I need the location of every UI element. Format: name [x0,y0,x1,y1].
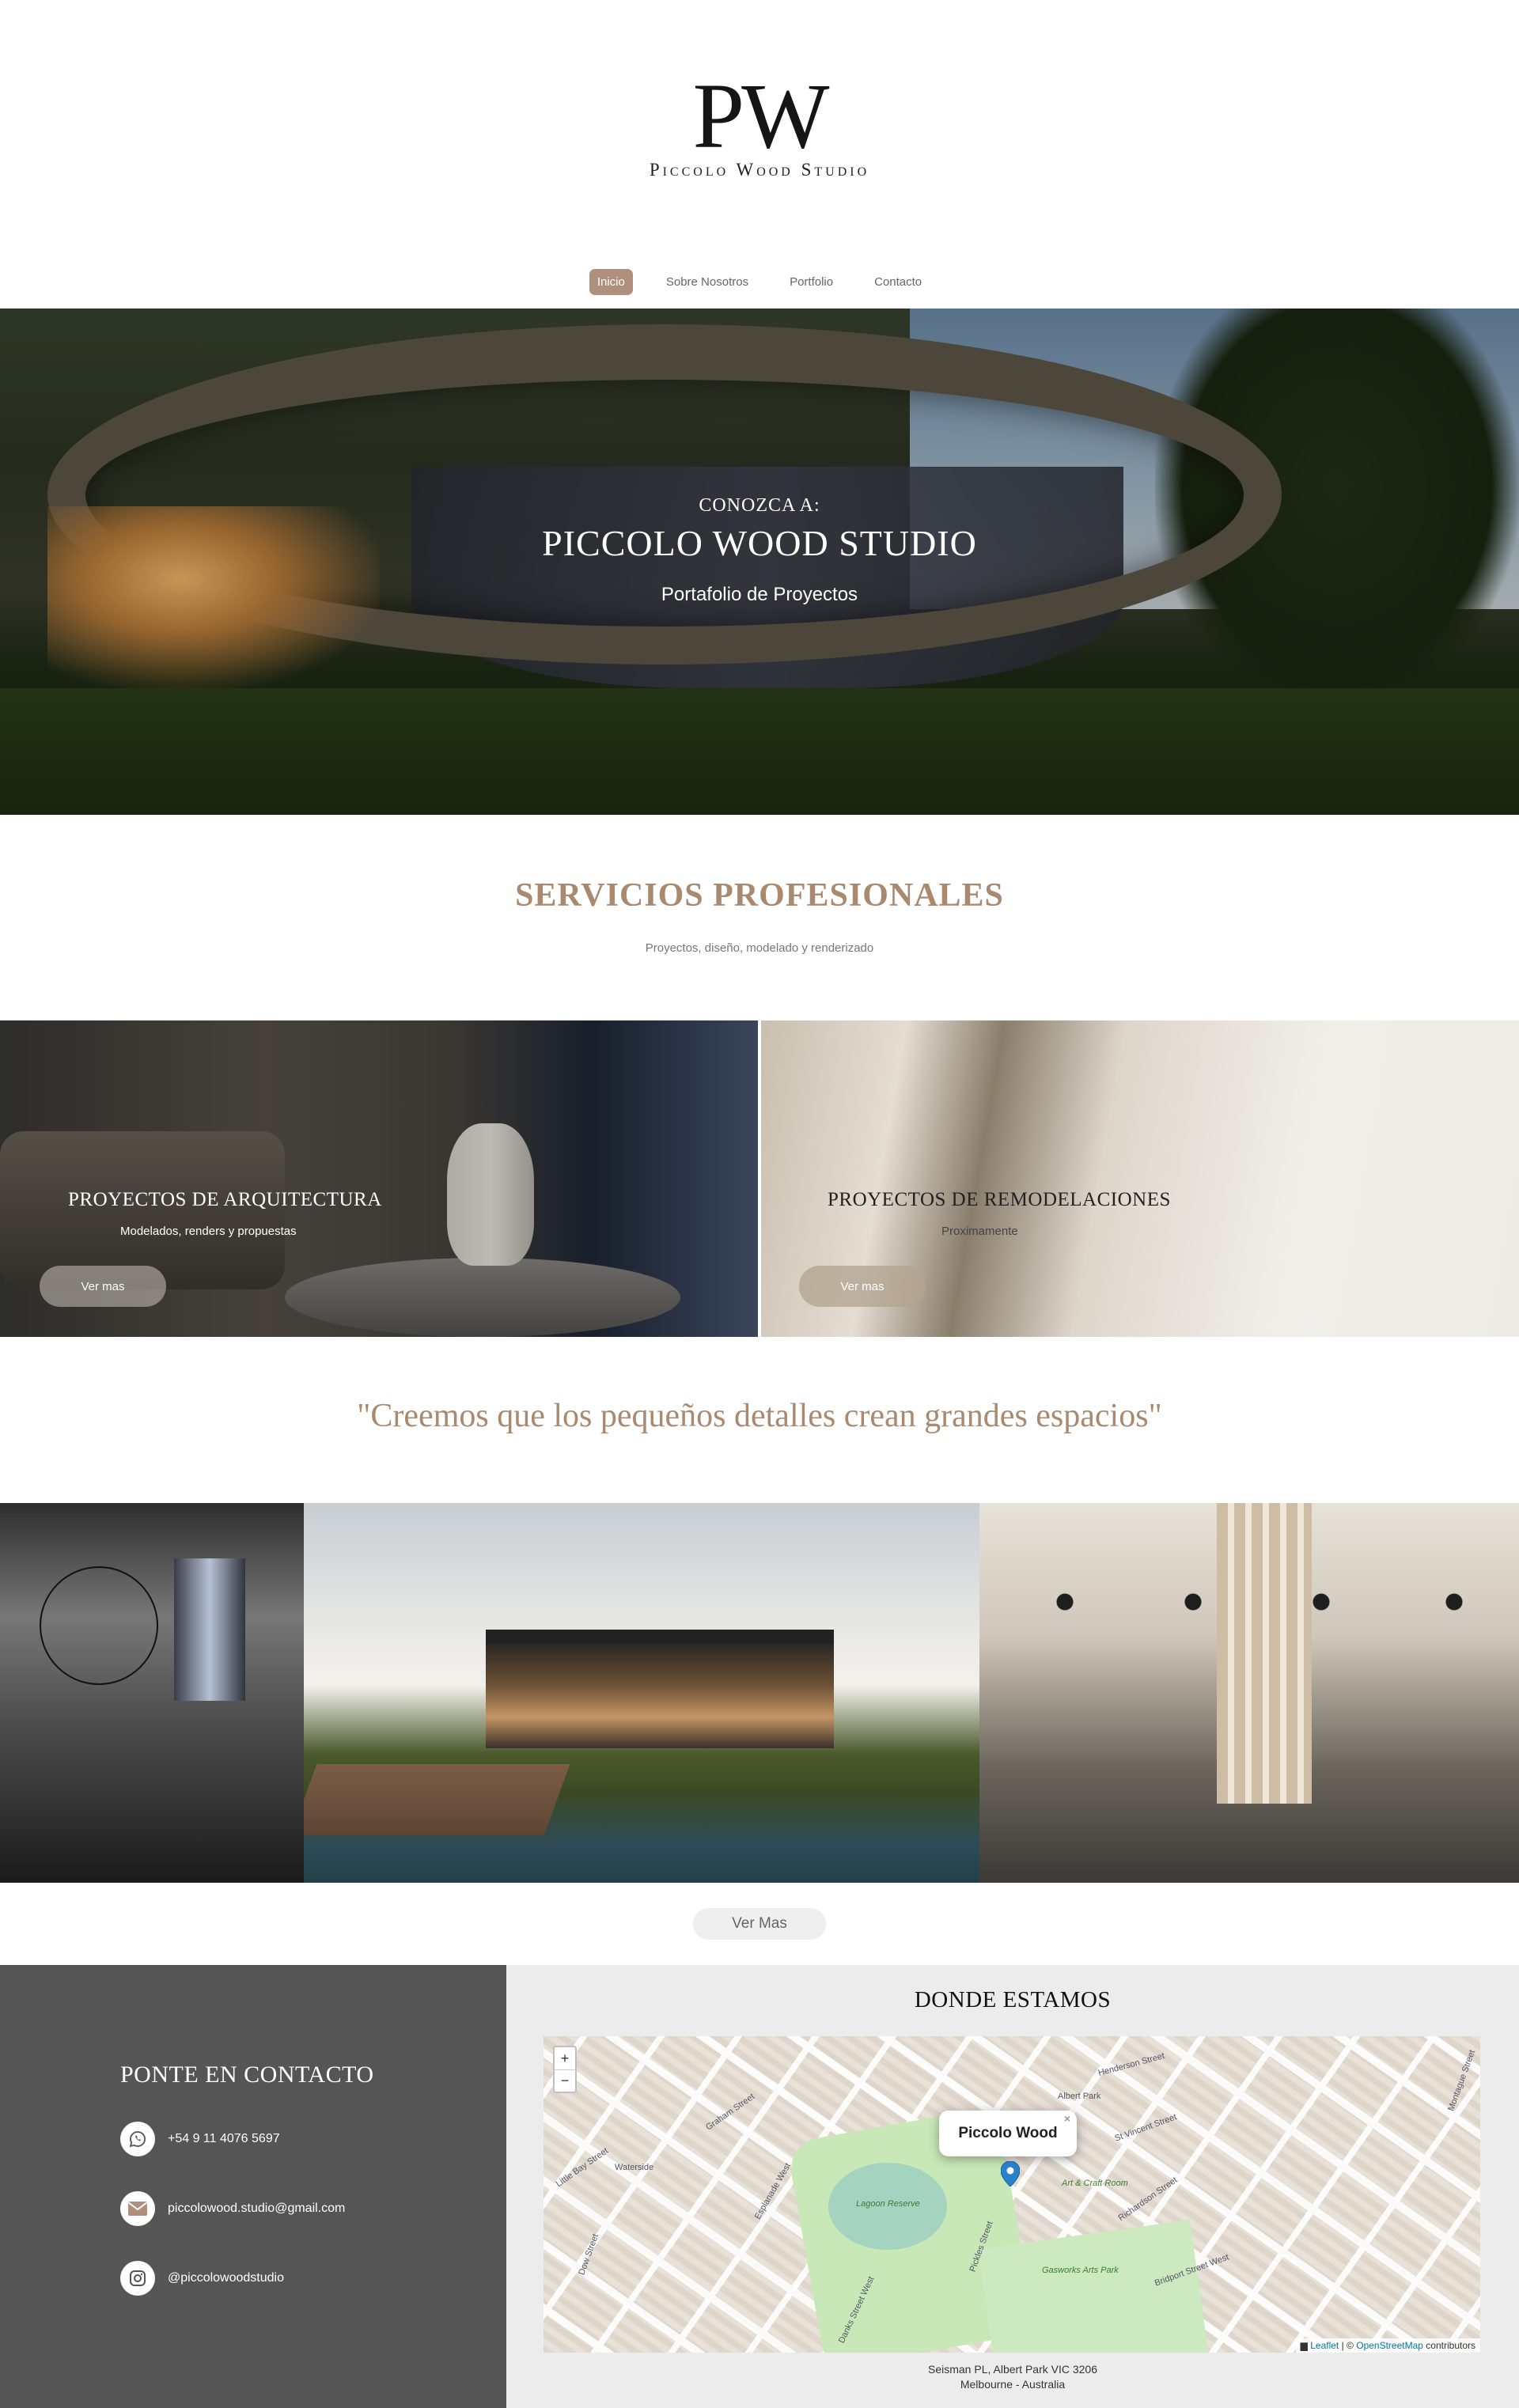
map-street-label: Waterside [615,2163,654,2172]
zoom-out-button[interactable]: − [555,2069,575,2092]
map-popup: Piccolo Wood × [939,2111,1077,2156]
map-popup-label: Piccolo Wood [958,2125,1058,2141]
address: Seisman PL, Albert Park VIC 3206 Melbour… [506,2362,1519,2392]
hero-subtitle: Portafolio de Proyectos [661,584,858,605]
flag-icon: ▆ [1300,2340,1308,2351]
card-title: PROYECTOS DE ARQUITECTURA [68,1189,382,1210]
hero-title: PICCOLO WOOD STUDIO [542,523,977,563]
map-place-label: Art & Craft Room [1062,2179,1128,2188]
contact-phone[interactable]: +54 9 11 4076 5697 [120,2122,280,2156]
map-street-label: Albert Park [1058,2092,1101,2101]
nav-item-portfolio[interactable]: Portfolio [782,269,841,295]
contact-section: PONTE EN CONTACTO +54 9 11 4076 5697 pic… [0,1965,506,2408]
card-description: Proximamente [941,1225,1018,1238]
close-icon[interactable]: × [1064,2112,1070,2125]
logo-text[interactable]: Piccolo Wood Studio [0,160,1519,180]
map[interactable]: Graham Street Pickles Street Esplanade W… [544,2036,1480,2353]
contact-instagram-text: @piccolowoodstudio [168,2271,284,2285]
service-card-architecture: PROYECTOS DE ARQUITECTURA Modelados, ren… [0,1020,758,1337]
gallery-image-restaurant[interactable] [979,1503,1519,1883]
services-title: SERVICIOS PROFESIONALES [515,877,1004,914]
ver-mas-architecture-button[interactable]: Ver mas [40,1266,166,1307]
nav-item-contacto[interactable]: Contacto [866,269,930,295]
card-description: Modelados, renders y propuestas [120,1225,297,1238]
card-title: PROYECTOS DE REMODELACIONES [828,1189,1171,1210]
instagram-icon [120,2261,155,2296]
contact-email[interactable]: piccolowood.studio@gmail.com [120,2191,345,2226]
map-place-label: Gasworks Arts Park [1042,2266,1119,2275]
contact-title: PONTE EN CONTACTO [120,2062,374,2088]
logo-mark[interactable]: PW [0,70,1519,163]
osm-link[interactable]: OpenStreetMap [1356,2340,1423,2351]
mail-icon [120,2191,155,2226]
address-line-1: Seisman PL, Albert Park VIC 3206 [928,2363,1097,2376]
contact-instagram[interactable]: @piccolowoodstudio [120,2261,284,2296]
ver-mas-gallery-button[interactable]: Ver Mas [693,1908,826,1940]
gallery-image-kitchen[interactable] [0,1503,304,1883]
hero-banner: CONOZCA A: PICCOLO WOOD STUDIO Portafoli… [0,309,1519,815]
whatsapp-icon [120,2122,155,2156]
nav-item-inicio[interactable]: Inicio [589,269,633,295]
attribution-suffix: contributors [1426,2340,1475,2351]
contact-email-text: piccolowood.studio@gmail.com [168,2202,346,2215]
services-subtitle: Proyectos, diseño, modelado y renderizad… [645,941,874,955]
main-nav: Inicio Sobre Nosotros Portfolio Contacto [0,269,1519,295]
leaflet-link[interactable]: Leaflet [1310,2340,1339,2351]
ver-mas-remodel-button[interactable]: Ver mas [799,1266,926,1307]
gallery-image-pool-house[interactable] [304,1503,979,1883]
location-title: DONDE ESTAMOS [914,1987,1112,2012]
brand-quote: "Creemos que los pequeños detalles crean… [357,1398,1162,1434]
site-header: PW Piccolo Wood Studio Inicio Sobre Noso… [0,0,1519,309]
zoom-in-button[interactable]: + [555,2047,575,2069]
service-card-remodel: PROYECTOS DE REMODELACIONES Proximamente… [761,1020,1519,1337]
hero-kicker: CONOZCA A: [699,495,820,516]
contact-phone-text: +54 9 11 4076 5697 [168,2132,280,2145]
location-section: DONDE ESTAMOS Graham Street Pickles Stre… [506,1965,1519,2408]
map-zoom-control: + − [553,2046,577,2093]
map-place-label: Lagoon Reserve [856,2199,920,2209]
address-line-2: Melbourne - Australia [960,2377,1066,2391]
map-marker-icon[interactable] [1001,2161,1020,2187]
nav-item-sobre-nosotros[interactable]: Sobre Nosotros [658,269,756,295]
map-attribution: ▆ Leaflet | © OpenStreetMap contributors [1295,2338,1480,2353]
